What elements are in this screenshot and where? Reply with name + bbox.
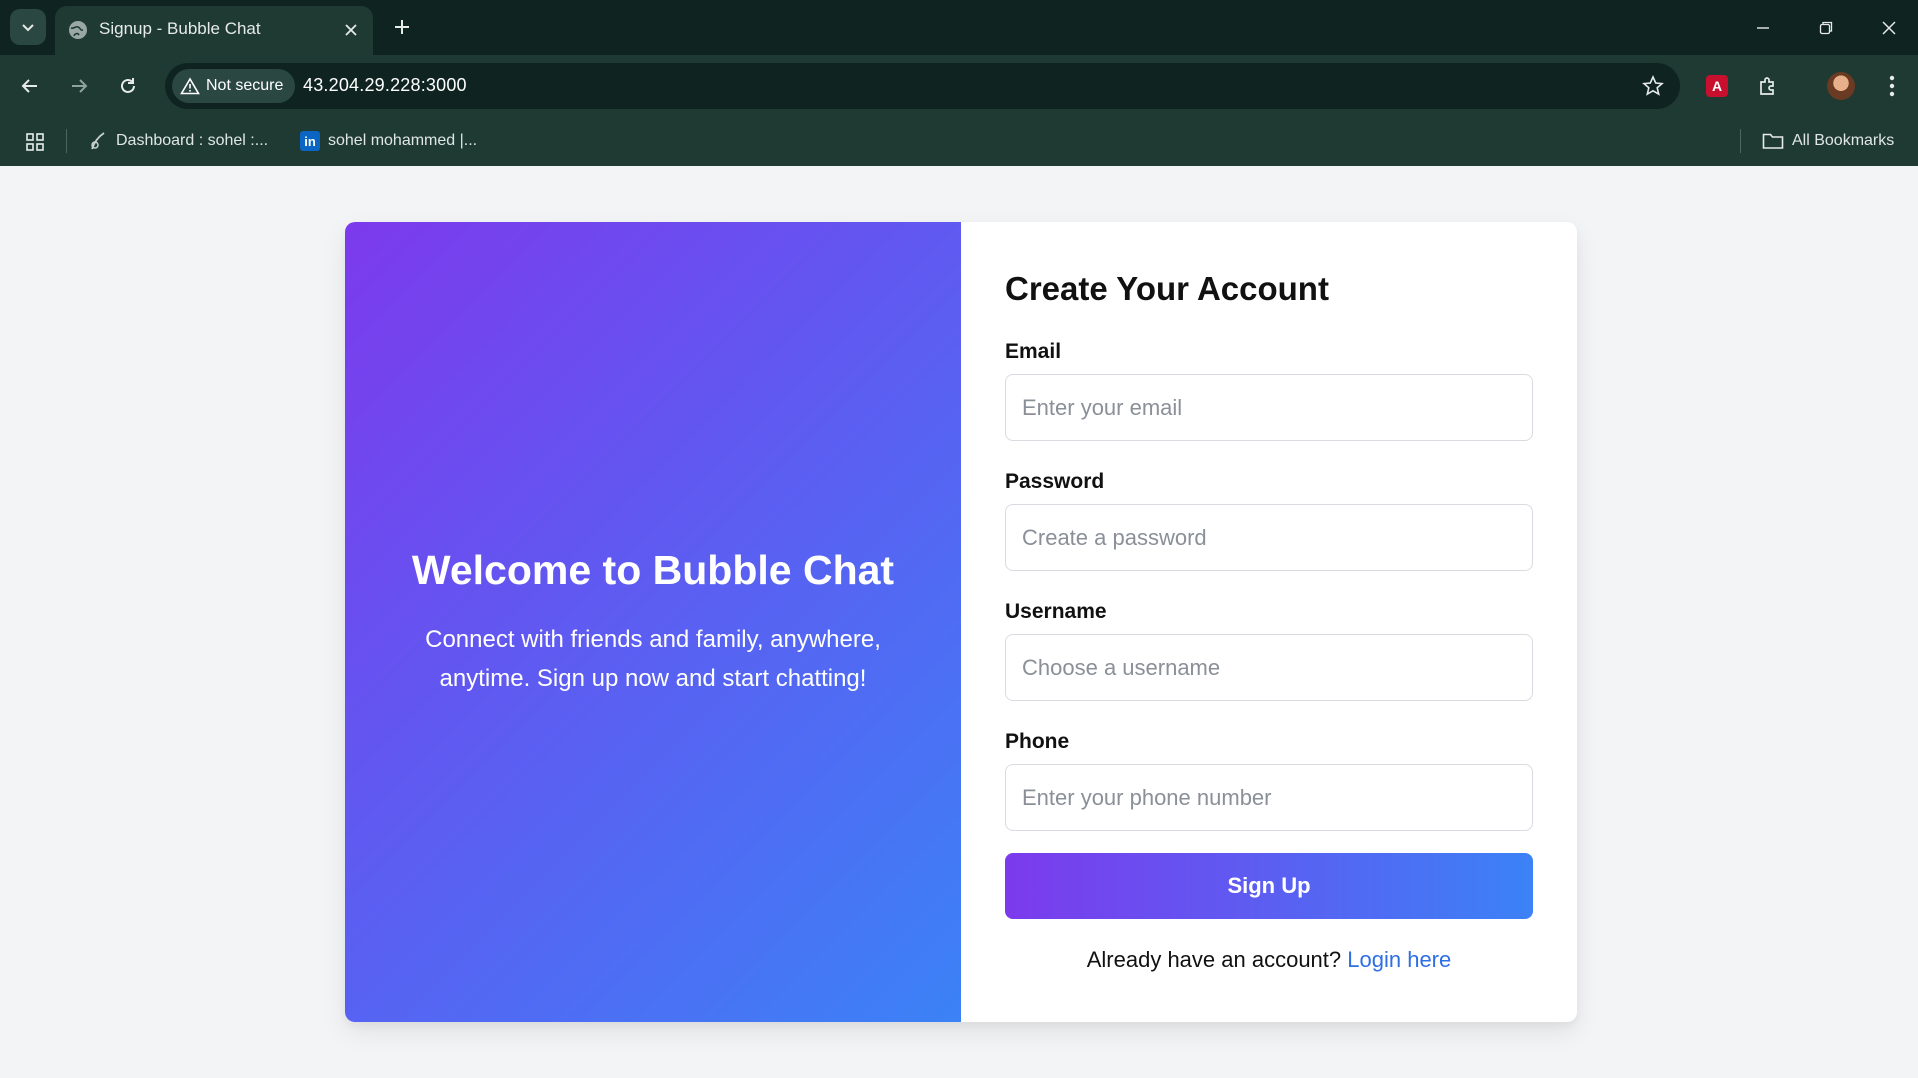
form-title: Create Your Account [1005,270,1329,307]
active-tab[interactable]: Signup - Bubble Chat [55,6,373,55]
new-tab-button[interactable] [388,13,416,41]
login-link[interactable]: Login here [1347,947,1451,972]
plus-icon [395,20,409,34]
bookmarks-bar: Dashboard : sohel :... in sohel mohammed… [0,117,1918,166]
username-label: Username [1005,600,1107,623]
arrow-left-icon [21,79,37,93]
signup-form: Create Your Account Email Password Usern… [961,222,1577,1022]
pdf-icon: A [1706,75,1728,97]
star-icon [1642,75,1664,96]
email-field[interactable] [1005,374,1533,441]
url-text: 43.204.29.228:3000 [303,75,467,95]
welcome-title: Welcome to Bubble Chat [411,546,895,593]
globe-icon [69,21,87,39]
more-vert-icon [1889,75,1895,97]
all-bookmarks-button[interactable]: All Bookmarks [1762,127,1894,155]
page-content: Welcome to Bubble Chat Connect with frie… [0,166,1918,1078]
apps-grid-icon [26,133,44,151]
warning-icon [180,77,200,95]
profile-button[interactable] [1824,69,1858,103]
restore-icon [1819,21,1833,35]
close-window-button[interactable] [1873,12,1905,44]
bookmark-dashboard[interactable]: Dashboard : sohel :... [88,127,268,155]
forward-button[interactable] [62,69,96,103]
close-icon [345,24,357,36]
tab-title: Signup - Bubble Chat [99,19,261,38]
security-indicator[interactable]: Not secure [172,69,296,103]
email-label: Email [1005,340,1062,363]
bookmark-star-button[interactable] [1640,73,1666,99]
login-prompt: Already have an account? Login here [1005,947,1533,973]
avatar [1827,72,1855,100]
puzzle-icon [1760,77,1774,95]
linkedin-icon: in [300,131,320,151]
chevron-down-icon [22,24,34,32]
minimize-button[interactable] [1747,12,1779,44]
welcome-text: Connect with friends and family, anywher… [425,625,881,692]
address-bar[interactable]: Not secure 43.204.29.228:3000 [165,63,1680,109]
security-label: Not secure [206,77,284,94]
signup-card: Welcome to Bubble Chat Connect with frie… [345,222,1577,1022]
welcome-panel: Welcome to Bubble Chat Connect with frie… [345,222,961,1022]
bookmark-linkedin[interactable]: in sohel mohammed |... [300,127,477,155]
browser-toolbar: Not secure 43.204.29.228:3000 A [0,55,1918,117]
minimize-icon [1757,27,1769,29]
phone-label: Phone [1005,730,1070,753]
close-icon [1882,21,1896,35]
tab-close-button[interactable] [339,18,363,42]
arrow-right-icon [72,79,88,93]
pdf-extension-button[interactable]: A [1700,69,1734,103]
bookmark-separator [66,129,67,153]
password-field[interactable] [1005,504,1533,571]
reload-icon [121,78,135,93]
login-prompt-text: Already have an account? [1086,947,1342,972]
menu-button[interactable] [1875,69,1909,103]
sign-up-button[interactable]: Sign Up [1005,853,1533,919]
extensions-button[interactable] [1751,69,1785,103]
bookmark-label: Dashboard : sohel :... [116,132,269,149]
tab-search-button[interactable] [10,9,46,45]
back-button[interactable] [13,69,47,103]
folder-icon [1762,133,1784,149]
password-label: Password [1005,470,1105,493]
browser-chrome: Signup - Bubble Chat Not secure 43.204.2… [0,0,1918,166]
tab-strip: Signup - Bubble Chat [0,0,1918,55]
reload-button[interactable] [111,69,145,103]
bookmark-label: sohel mohammed |... [328,132,478,149]
bookmark-separator [1740,129,1741,153]
phone-field[interactable] [1005,764,1533,831]
dashboard-favicon-icon [91,132,105,150]
all-bookmarks-label: All Bookmarks [1792,132,1895,149]
restore-button[interactable] [1810,12,1842,44]
apps-button[interactable] [22,129,48,155]
username-field[interactable] [1005,634,1533,701]
